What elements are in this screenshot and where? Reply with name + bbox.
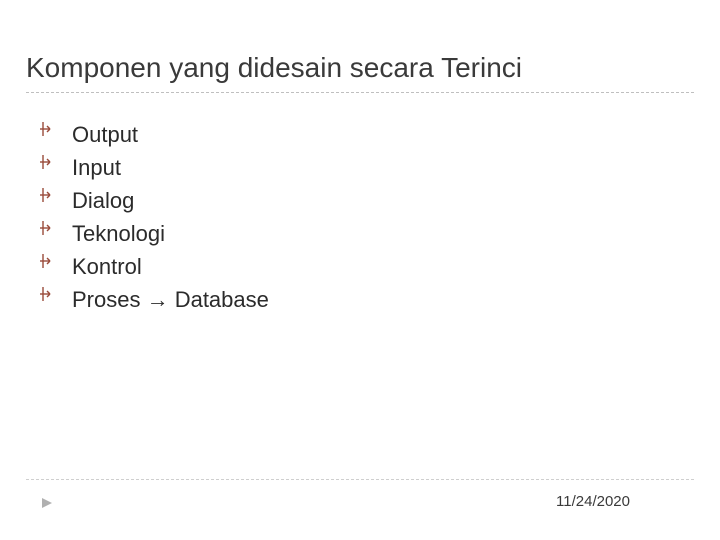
slide-title: Komponen yang didesain secara Terinci bbox=[26, 52, 522, 84]
list-item: Dialog bbox=[40, 184, 680, 217]
list-item-label: Teknologi bbox=[72, 217, 165, 250]
footer-date: 11/24/2020 bbox=[556, 493, 630, 510]
bullet-icon bbox=[40, 184, 58, 206]
bullet-icon bbox=[40, 250, 58, 272]
bullet-icon bbox=[40, 118, 58, 140]
list-item: Teknologi bbox=[40, 217, 680, 250]
bullet-list: Output Input Dialog Teknologi Kontrol bbox=[40, 118, 680, 316]
list-item-label: Dialog bbox=[72, 184, 134, 217]
list-item: Output bbox=[40, 118, 680, 151]
footer-divider bbox=[26, 479, 694, 480]
bullet-icon bbox=[40, 217, 58, 239]
bullet-icon bbox=[40, 151, 58, 173]
list-item: Proses → Database bbox=[40, 283, 680, 316]
list-item: Kontrol bbox=[40, 250, 680, 283]
list-item-label: Input bbox=[72, 151, 121, 184]
corner-marker-icon bbox=[40, 496, 54, 510]
slide: Komponen yang didesain secara Terinci Ou… bbox=[0, 0, 720, 540]
list-item: Input bbox=[40, 151, 680, 184]
list-item-label: Kontrol bbox=[72, 250, 142, 283]
list-item-label: Proses → Database bbox=[72, 283, 269, 316]
bullet-icon bbox=[40, 283, 58, 305]
title-divider bbox=[26, 92, 694, 93]
list-item-label: Output bbox=[72, 118, 138, 151]
